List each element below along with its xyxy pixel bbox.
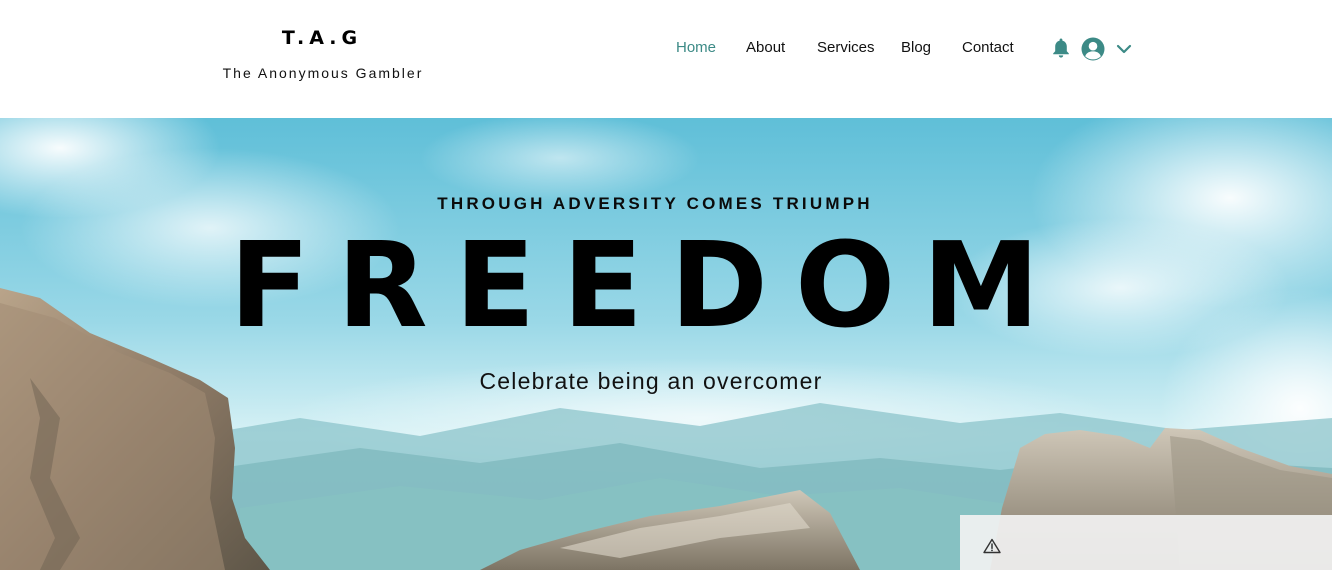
site-title[interactable]: T.A.G (222, 27, 422, 49)
nav-item-blog[interactable]: Blog (901, 39, 931, 56)
nav-item-services[interactable]: Services (817, 39, 875, 56)
warning-icon (983, 538, 1001, 554)
bell-icon[interactable] (1051, 37, 1071, 59)
nav-item-about[interactable]: About (746, 39, 785, 56)
site-tagline: The Anonymous Gambler (222, 65, 424, 81)
hero-headline: FREEDOM (229, 216, 1067, 354)
site-header: T.A.G The Anonymous Gambler Home About S… (0, 0, 1332, 118)
chevron-down-icon[interactable] (1116, 42, 1132, 56)
nav-item-contact[interactable]: Contact (962, 39, 1014, 56)
hero-subline: Celebrate being an overcomer (479, 368, 823, 394)
nav-item-home[interactable]: Home (676, 39, 716, 56)
hero-section: THROUGH ADVERSITY COMES TRIUMPH FREEDOM … (0, 118, 1332, 570)
notice-panel (960, 515, 1332, 570)
hero-tagline: THROUGH ADVERSITY COMES TRIUMPH (437, 194, 873, 213)
user-avatar-icon[interactable] (1081, 37, 1105, 61)
